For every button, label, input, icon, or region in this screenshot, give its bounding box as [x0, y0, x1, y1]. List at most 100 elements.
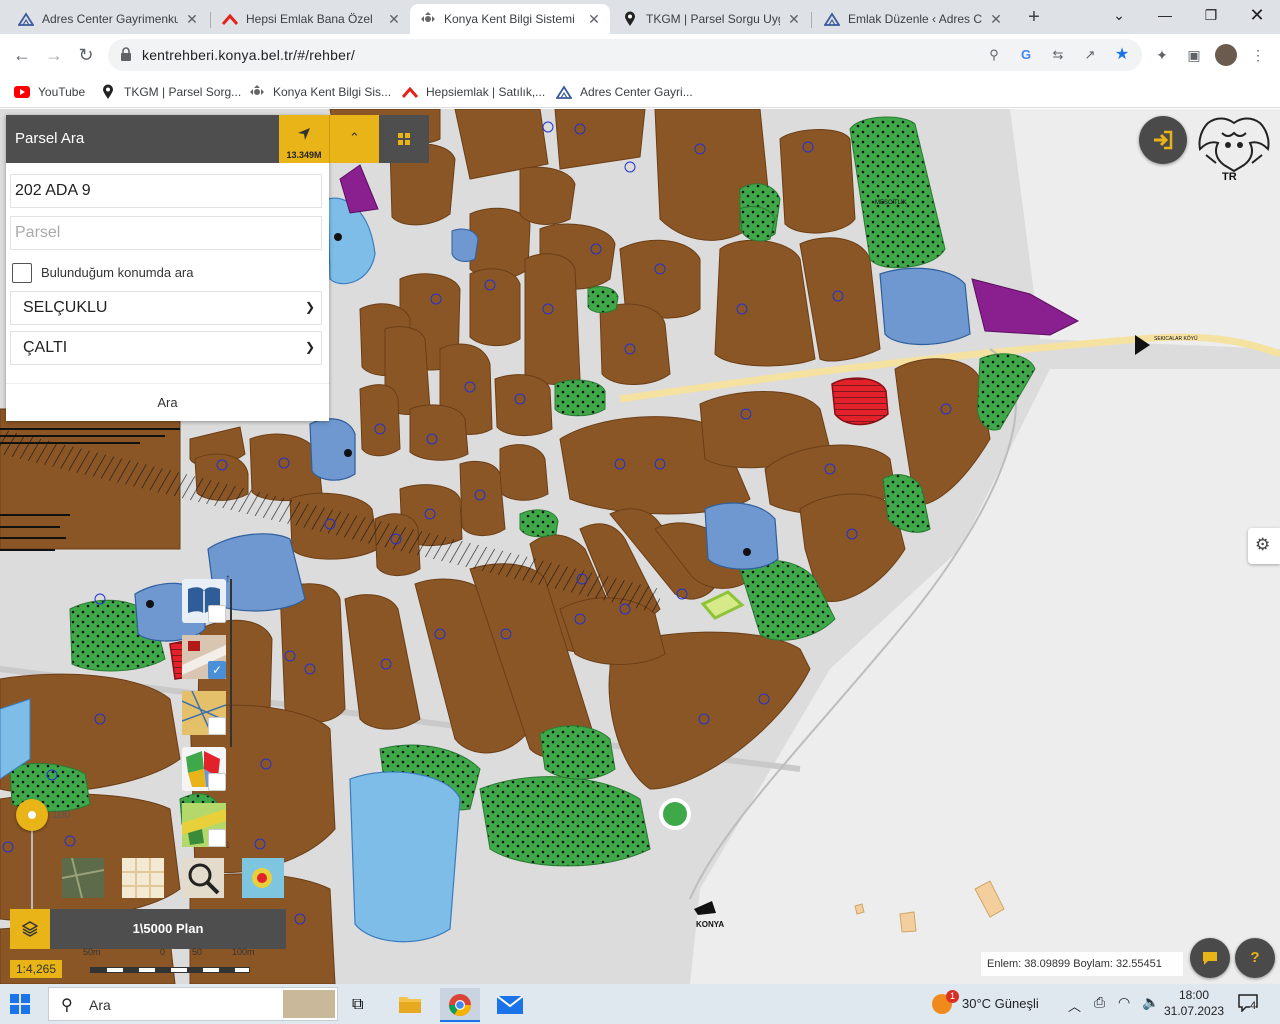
search-button[interactable]: Ara	[6, 383, 329, 421]
volume-icon[interactable]: 🔈	[1142, 994, 1159, 1014]
layer-checkbox-checked[interactable]: ✓	[208, 661, 226, 679]
tab-label: Emlak Düzenle ‹ Adres Ce	[848, 12, 982, 26]
taskbar-search[interactable]: ⚲ Ara	[48, 987, 338, 1021]
bookmark-tkgm[interactable]: TKGM | Parsel Sorg...	[100, 82, 241, 102]
chevron-up-icon[interactable]: ︿	[1068, 996, 1081, 1014]
tab-separator	[210, 12, 211, 28]
my-location-button[interactable]: 13.349M	[279, 115, 329, 163]
translate-icon[interactable]: ⇆	[1048, 45, 1068, 65]
side-panel-icon[interactable]: ▣	[1183, 44, 1205, 66]
district-value: SELÇUKLU	[23, 299, 108, 316]
district-select[interactable]: SELÇUKLU ❯	[10, 291, 322, 325]
minimize-button[interactable]: —	[1142, 0, 1188, 32]
scale-bar: 50m 0 50 100m	[80, 947, 260, 977]
layer-checkbox[interactable]	[208, 773, 226, 791]
close-icon[interactable]: ✕	[184, 11, 200, 27]
bookmark-label: Hepsiemlak | Satılık,...	[426, 85, 546, 99]
clock[interactable]: 18:00 31.07.2023	[1164, 984, 1224, 1024]
layers-button[interactable]	[10, 909, 50, 949]
opacity-value: 100	[52, 809, 71, 821]
file-explorer-icon[interactable]	[390, 988, 430, 1022]
google-icon[interactable]: G	[1016, 45, 1036, 65]
chrome-icon[interactable]	[440, 988, 480, 1022]
network-icon[interactable]: ⎙	[1094, 994, 1105, 1014]
tab-search-button[interactable]: ⌄	[1096, 0, 1142, 32]
wifi-icon[interactable]: ◠	[1118, 994, 1130, 1014]
help-button[interactable]: ?	[1235, 938, 1275, 978]
search-highlight-image	[283, 990, 335, 1018]
neighborhood-select[interactable]: ÇALTI ❯	[10, 331, 322, 365]
layer-checkbox[interactable]	[208, 717, 226, 735]
address-bar[interactable]: kentrehberi.konya.bel.tr/#/rehber/ ⚲ G ⇆…	[108, 39, 1142, 71]
collapse-panel-button[interactable]: ⌃	[329, 115, 379, 163]
panel-title: Parsel Ara	[15, 130, 85, 147]
share-icon[interactable]: ↗	[1080, 45, 1100, 65]
notification-center[interactable]: 4	[1236, 984, 1266, 1024]
tab-emlak-duzenle[interactable]: Emlak Düzenle ‹ Adres Ce ✕	[814, 4, 1012, 34]
street-basemap-icon	[122, 858, 164, 898]
windows-start-icon[interactable]	[10, 994, 30, 1014]
location-search-label: Bulunduğum konumda ara	[41, 265, 194, 280]
taskbar-search-placeholder: Ara	[89, 997, 111, 1013]
map-canvas[interactable]: KONYA SEKICALAR KÖYÜ MESCİTLİK Parsel Ar…	[0, 109, 1280, 984]
close-icon[interactable]: ✕	[786, 11, 802, 27]
place-label-konya: KONYA	[696, 920, 724, 929]
layer-scroll-track[interactable]	[230, 579, 232, 747]
bookmark-star-icon[interactable]: ★	[1112, 45, 1132, 65]
bookmark-label: YouTube	[38, 85, 86, 99]
close-icon[interactable]: ✕	[386, 11, 402, 27]
tab-konya-kbs[interactable]: Konya Kent Bilgi Sistemi ✕	[410, 4, 610, 34]
adres-center-icon	[18, 11, 34, 27]
ada-field[interactable]: 202 ADA 9	[10, 174, 322, 208]
opacity-slider[interactable]	[16, 799, 48, 909]
basemap-street[interactable]	[122, 858, 164, 898]
panel-grid-button[interactable]	[379, 115, 429, 163]
basemap-search[interactable]	[182, 858, 224, 898]
restore-button[interactable]: ❐	[1188, 0, 1234, 32]
map-settings-button[interactable]: ⚙	[1248, 528, 1280, 564]
basemap-satellite[interactable]	[61, 857, 105, 899]
back-button[interactable]: ←	[9, 42, 35, 68]
slider-handle[interactable]	[16, 799, 48, 831]
menu-icon[interactable]: ⋮	[1247, 44, 1269, 66]
layer-checkbox[interactable]	[208, 829, 226, 847]
tab-label: Konya Kent Bilgi Sistemi	[444, 12, 575, 26]
layer-checkbox[interactable]	[208, 605, 226, 623]
url-text: kentrehberi.konya.bel.tr/#/rehber/	[142, 47, 356, 63]
new-tab-button[interactable]: +	[1022, 6, 1046, 30]
bookmarks-bar: YouTube TKGM | Parsel Sorg... Konya Kent…	[0, 76, 1280, 108]
extensions-icon[interactable]: ✦	[1151, 44, 1173, 66]
close-icon[interactable]: ✕	[586, 11, 602, 27]
tab-hepsiemlak[interactable]: Hepsi Emlak Bana Özel ✕	[212, 4, 410, 34]
scale-label: 50	[192, 947, 203, 957]
weather-widget[interactable]: 1 30°C Güneşli	[932, 984, 1052, 1024]
location-pin-icon[interactable]: ⚲	[984, 45, 1004, 65]
scale-ruler	[90, 967, 250, 973]
windows-taskbar: ⚲ Ara ⧉ 1 30°C Güneşli ︿ ⎙ ◠ 🔈 18:00 31.…	[0, 984, 1280, 1024]
reload-button[interactable]: ↻	[73, 42, 99, 68]
plan-selector[interactable]: 1\5000 Plan	[10, 909, 286, 949]
login-button[interactable]	[1139, 116, 1187, 164]
forward-button[interactable]: →	[41, 42, 67, 68]
tab-tkgm[interactable]: TKGM | Parsel Sorgu Uyg ✕	[612, 4, 810, 34]
location-pin-icon	[622, 11, 638, 27]
feedback-button[interactable]	[1190, 938, 1230, 978]
navigation-arrow-icon	[298, 128, 310, 140]
task-view-icon[interactable]: ⧉	[340, 988, 380, 1022]
bookmark-youtube[interactable]: YouTube	[14, 82, 85, 102]
avatar[interactable]	[1215, 44, 1237, 66]
mail-icon[interactable]	[490, 988, 530, 1022]
bookmark-adres-center[interactable]: Adres Center Gayri...	[556, 82, 693, 102]
tab-label: TKGM | Parsel Sorgu Uyg	[646, 12, 780, 26]
tab-adres-center[interactable]: Adres Center Gayrimenkul ✕	[8, 4, 208, 34]
location-search-checkbox[interactable]	[12, 263, 32, 283]
close-icon[interactable]: ✕	[988, 11, 1004, 27]
basemap-heat[interactable]	[242, 858, 284, 898]
parsel-field[interactable]: Parsel	[10, 216, 322, 250]
close-window-button[interactable]: ✕	[1234, 0, 1280, 32]
chevron-down-icon: ❯	[304, 340, 315, 354]
bookmark-konya-kbs[interactable]: Konya Kent Bilgi Sis...	[249, 82, 391, 102]
gear-icon: ⚙	[1255, 535, 1271, 554]
location-pin-icon	[100, 84, 116, 99]
bookmark-hepsiemlak[interactable]: Hepsiemlak | Satılık,...	[402, 82, 545, 102]
